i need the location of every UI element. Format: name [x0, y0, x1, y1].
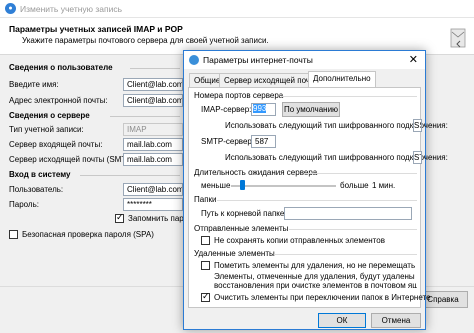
timeout-slider-track[interactable]	[231, 185, 336, 187]
timeout-slider-thumb[interactable]	[239, 180, 245, 190]
user-info-heading: Сведения о пользователе	[9, 63, 113, 72]
imap-port-value: 993	[253, 104, 267, 113]
smtp-port-field[interactable]: 587	[251, 135, 276, 148]
divider	[289, 229, 417, 230]
advanced-tab-panel: Номера портов сервера IMAP-сервер: 993 П…	[188, 87, 448, 308]
root-folder-label: Путь к корневой папке:	[201, 209, 287, 218]
incoming-server-field[interactable]: mail.lab.com	[123, 138, 183, 151]
dialog-titlebar: Параметры интернет-почты ✕	[184, 51, 425, 69]
incoming-server-label: Сервер входящей почты:	[9, 140, 103, 149]
deletion-note-line-1: Элементы, отмеченные для удаления, будут…	[214, 272, 417, 281]
remember-password-checkbox[interactable]	[115, 212, 124, 223]
imap-port-field[interactable]: 993	[251, 103, 276, 116]
purge-on-switch-checkbox[interactable]	[201, 291, 210, 302]
internet-mail-settings-dialog: Параметры интернет-почты ✕ Общие Сервер …	[183, 50, 448, 330]
divider	[130, 68, 180, 69]
divider	[304, 173, 417, 174]
server-info-heading: Сведения о сервере	[9, 111, 90, 120]
folders-group-heading: Папки	[194, 195, 217, 204]
mark-for-deletion-checkbox[interactable]	[201, 261, 210, 270]
window-title: Изменить учетную запись	[20, 4, 123, 14]
account-type-label: Тип учетной записи:	[9, 125, 84, 134]
timeout-more-label: больше	[340, 181, 369, 190]
deleted-items-group-heading: Удаленные элементы	[194, 249, 275, 258]
login-heading: Вход в систему	[9, 170, 71, 179]
email-label: Адрес электронной почты:	[9, 96, 108, 105]
username-field[interactable]: Client@lab.com	[123, 183, 183, 196]
divider	[80, 175, 180, 176]
outgoing-server-field[interactable]: mail.lab.com	[123, 153, 183, 166]
smtp-port-label: SMTP-сервер:	[201, 137, 255, 146]
divider	[274, 254, 417, 255]
divider	[217, 200, 417, 201]
spa-checkbox[interactable]	[9, 230, 18, 239]
dont-save-sent-checkbox[interactable]	[201, 236, 210, 245]
outgoing-server-label: Сервер исходящей почты (SMTP):	[9, 155, 137, 164]
timeout-value: 1 мин.	[372, 181, 396, 190]
encryption-select-imap[interactable]: SS	[413, 119, 422, 132]
imap-port-label: IMAP-сервер:	[201, 105, 252, 114]
root-folder-field[interactable]	[284, 207, 412, 220]
dialog-title: Параметры интернет-почты	[203, 55, 313, 65]
divider	[110, 116, 180, 117]
password-field[interactable]: ********	[123, 198, 183, 211]
purge-on-switch-label: Очистить элементы при переключении папок…	[214, 293, 431, 302]
header-subtitle: Укажите параметры почтового сервера для …	[22, 36, 269, 45]
deletion-note-line-2: восстановления при очистке элементов в п…	[214, 281, 417, 290]
timeout-less-label: меньше	[201, 181, 231, 190]
header-title: Параметры учетных записей IMAP и POP	[9, 24, 183, 34]
encryption-select-smtp[interactable]: ST	[413, 151, 422, 164]
close-icon[interactable]: ✕	[409, 53, 418, 66]
account-settings-window: ● Изменить учетную запись Параметры учет…	[0, 0, 474, 333]
mark-for-deletion-label: Пометить элементы для удаления, но не пе…	[214, 261, 417, 270]
ports-group-heading: Номера портов сервера	[194, 91, 284, 100]
spa-label: Безопасная проверка пароля (SPA)	[22, 230, 154, 239]
tab-advanced[interactable]: Дополнительно	[308, 71, 376, 88]
app-icon: ●	[5, 3, 16, 14]
ok-button[interactable]: ОК	[318, 313, 366, 328]
account-type-field: IMAP	[123, 123, 183, 136]
divider	[281, 96, 417, 97]
password-label: Пароль:	[9, 200, 39, 209]
email-field[interactable]: Client@lab.com	[123, 94, 183, 107]
name-label: Введите имя:	[9, 80, 59, 89]
default-ports-button[interactable]: По умолчанию	[282, 102, 340, 117]
window-titlebar: ● Изменить учетную запись	[0, 0, 474, 18]
username-label: Пользователь:	[9, 185, 64, 194]
globe-icon	[189, 55, 199, 65]
dont-save-sent-label: Не сохранять копии отправленных элементо…	[214, 236, 385, 245]
sent-items-group-heading: Отправленные элементы	[194, 224, 289, 233]
name-field[interactable]: Client@lab.com	[123, 78, 183, 91]
cancel-button[interactable]: Отмена	[371, 313, 421, 328]
timeout-group-heading: Длительность ожидания сервера	[194, 168, 318, 177]
outlook-mail-icon	[450, 28, 466, 48]
